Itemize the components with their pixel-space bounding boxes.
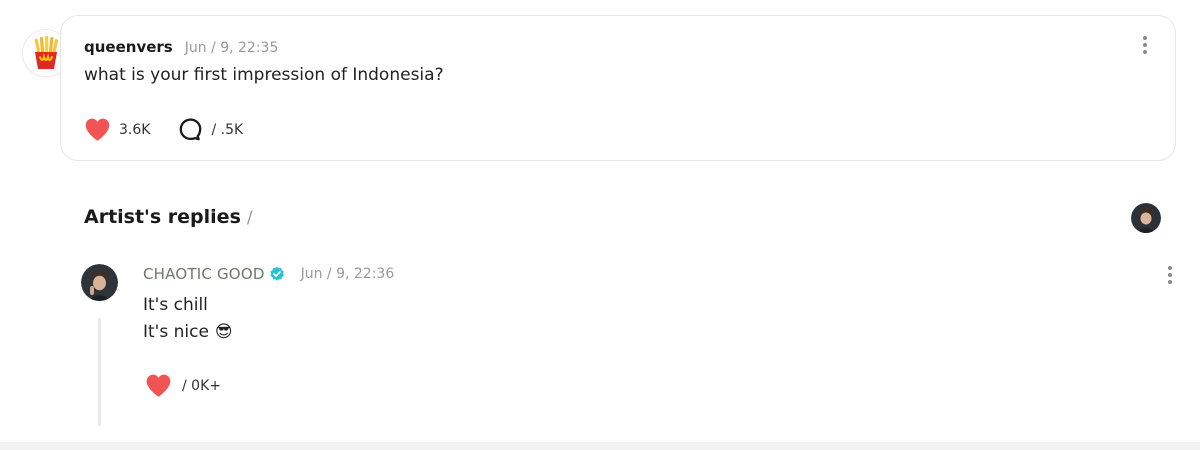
reply-author-avatar[interactable] <box>81 264 118 301</box>
heart-icon <box>85 118 110 141</box>
post-comment-button[interactable]: / .5K <box>178 117 243 142</box>
sunglasses-emoji: 😎 <box>214 322 233 342</box>
post-card: queenvers Jun / 9, 22:35 what is your fi… <box>60 15 1176 161</box>
speech-bubble-icon <box>180 118 202 141</box>
bottom-divider <box>0 442 1200 450</box>
artist-photo-icon <box>81 264 118 301</box>
replies-section-title: Artist's replies / <box>84 206 253 228</box>
more-vertical-icon <box>1143 36 1147 54</box>
post-actions: 3.6K / .5K <box>84 117 271 142</box>
replies-title-text: Artist's replies <box>84 206 241 228</box>
post-comment-count: / .5K <box>211 121 244 138</box>
reply-text-line: It's chill <box>143 295 208 315</box>
post-like-button[interactable]: 3.6K <box>84 117 150 142</box>
thread-line <box>98 318 101 426</box>
reply-timestamp: Jun / 9, 22:36 <box>300 266 395 282</box>
heart-icon <box>146 374 171 397</box>
more-vertical-icon <box>1168 266 1172 284</box>
post-like-count: 3.6K <box>119 121 151 138</box>
post-username[interactable]: queenvers <box>84 38 173 56</box>
artist-photo-icon <box>1131 203 1161 233</box>
reply-more-button[interactable] <box>1160 264 1180 286</box>
reply-text-line-1: It's chill <box>143 295 208 315</box>
post-more-button[interactable] <box>1135 34 1155 56</box>
reply-text-line: It's nice 😎 <box>143 322 233 342</box>
post-timestamp: Jun / 9, 22:35 <box>184 40 279 56</box>
verified-badge-icon <box>269 266 284 281</box>
post-meta: queenvers Jun / 9, 22:35 <box>84 38 278 56</box>
reply-meta: CHAOTIC GOOD Jun / 9, 22:36 <box>143 265 394 283</box>
reply-text-line-2: It's nice <box>143 322 209 342</box>
artist-avatar-small[interactable] <box>1131 203 1161 233</box>
reply-author-name[interactable]: CHAOTIC GOOD <box>143 265 265 283</box>
post-question-text: what is your first impression of Indones… <box>84 65 444 85</box>
replies-count: / <box>246 208 253 228</box>
reply-like-count: / 0K+ <box>182 377 221 394</box>
reply-like-button[interactable]: / 0K+ <box>145 373 221 398</box>
qa-thread-page: queenvers Jun / 9, 22:35 what is your fi… <box>0 0 1200 450</box>
